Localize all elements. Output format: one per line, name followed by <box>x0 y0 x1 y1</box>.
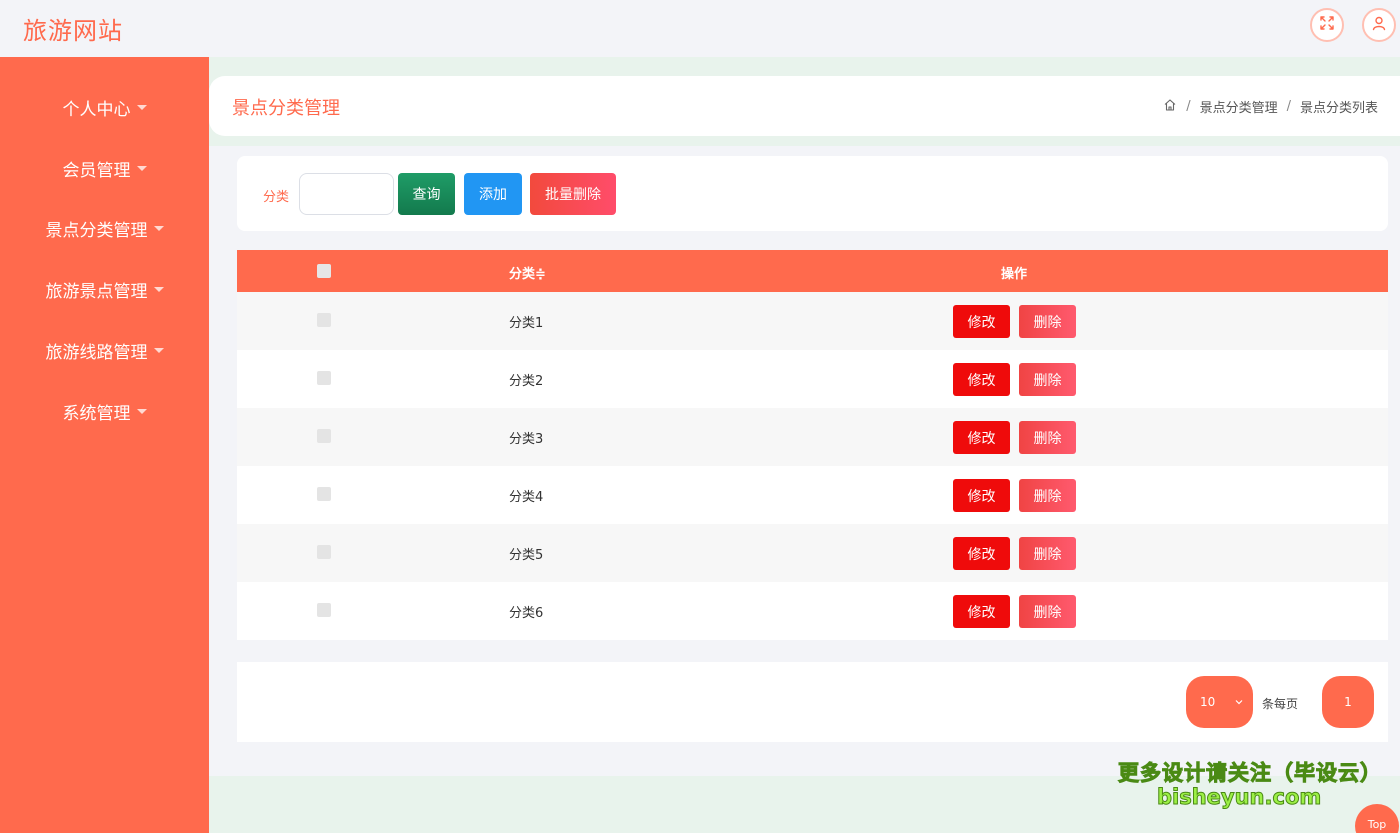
category-search-label: 分类 <box>263 190 290 205</box>
sidebar-item-scenic-category-management[interactable]: 景点分类管理 <box>0 216 209 241</box>
category-name-cell: 分类1 <box>509 316 544 331</box>
sidebar-item-personal-center[interactable]: 个人中心 <box>0 95 209 120</box>
table-header: 分类≑ 操作 <box>237 250 1388 292</box>
edit-button[interactable]: 修改 <box>953 305 1010 338</box>
fullscreen-button[interactable] <box>1310 8 1344 42</box>
caret-down-icon <box>153 225 164 231</box>
delete-button[interactable]: 删除 <box>1019 363 1076 396</box>
edit-button[interactable]: 修改 <box>953 479 1010 512</box>
category-name-cell: 分类4 <box>509 490 544 505</box>
page-header-card: 景点分类管理 / 景点分类管理 / 景点分类列表 <box>209 76 1400 136</box>
sidebar-item-member-management[interactable]: 会员管理 <box>0 156 209 181</box>
edit-button[interactable]: 修改 <box>953 537 1010 570</box>
query-button[interactable]: 查询 <box>398 173 455 215</box>
caret-down-icon <box>153 347 164 353</box>
chevron-down-icon <box>1234 696 1244 710</box>
caret-down-icon <box>153 286 164 292</box>
edit-button[interactable]: 修改 <box>953 363 1010 396</box>
page-number-button[interactable]: 1 <box>1322 676 1374 728</box>
category-name-cell: 分类5 <box>509 548 544 563</box>
breadcrumb-separator: / <box>1186 99 1191 114</box>
batch-delete-button[interactable]: 批量删除 <box>530 173 616 215</box>
delete-button[interactable]: 删除 <box>1019 595 1076 628</box>
home-icon[interactable] <box>1163 98 1177 116</box>
top-header: 旅游网站 <box>0 0 1400 57</box>
row-checkbox[interactable] <box>317 545 331 559</box>
watermark-url: bisheyun.com <box>1156 785 1322 810</box>
page-title: 景点分类管理 <box>232 98 340 119</box>
table-row: 分类6 修改 删除 <box>237 582 1388 640</box>
delete-button[interactable]: 删除 <box>1019 537 1076 570</box>
page-size-value: 10 <box>1200 695 1216 709</box>
caret-down-icon <box>136 104 147 110</box>
sidebar-item-label: 个人中心 <box>62 100 131 120</box>
caret-down-icon <box>136 408 147 414</box>
row-checkbox[interactable] <box>317 603 331 617</box>
row-checkbox[interactable] <box>317 313 331 327</box>
column-header-label: 分类 <box>509 267 536 282</box>
sidebar-item-label: 旅游线路管理 <box>45 343 148 363</box>
sidebar-item-scenic-spot-management[interactable]: 旅游景点管理 <box>0 277 209 302</box>
category-name-cell: 分类3 <box>509 432 544 447</box>
sidebar-item-label: 系统管理 <box>62 404 131 424</box>
sidebar: 个人中心 会员管理 景点分类管理 旅游景点管理 旅游线路管理 系统管理 <box>0 57 209 833</box>
page-size-select[interactable]: 10 <box>1186 676 1253 728</box>
delete-button[interactable]: 删除 <box>1019 479 1076 512</box>
fullscreen-icon <box>1319 15 1335 35</box>
category-search-input[interactable] <box>299 173 394 215</box>
add-button[interactable]: 添加 <box>464 173 522 215</box>
column-header-category[interactable]: 分类≑ <box>509 263 546 282</box>
breadcrumb-separator: / <box>1286 99 1291 114</box>
category-table: 分类≑ 操作 分类1 修改 删除 分类2 修改 删除 分类3 修改 删除 分类4… <box>237 250 1388 640</box>
watermark-text: 更多设计请关注（毕设云） <box>1118 761 1382 786</box>
sidebar-item-label: 会员管理 <box>62 161 131 181</box>
user-button[interactable] <box>1362 8 1396 42</box>
breadcrumb: / 景点分类管理 / 景点分类列表 <box>1163 97 1378 116</box>
brand-title: 旅游网站 <box>23 17 123 45</box>
column-header-actions: 操作 <box>1001 267 1028 282</box>
pagination-card: 10 条每页 1 <box>237 662 1388 742</box>
table-row: 分类1 修改 删除 <box>237 292 1388 350</box>
search-card: 分类 查询 添加 批量删除 <box>237 156 1388 231</box>
row-checkbox[interactable] <box>317 371 331 385</box>
sidebar-item-route-management[interactable]: 旅游线路管理 <box>0 338 209 363</box>
delete-button[interactable]: 删除 <box>1019 305 1076 338</box>
table-row: 分类2 修改 删除 <box>237 350 1388 408</box>
row-checkbox[interactable] <box>317 429 331 443</box>
table-row: 分类5 修改 删除 <box>237 524 1388 582</box>
user-icon <box>1371 15 1387 35</box>
sidebar-item-label: 景点分类管理 <box>45 221 148 241</box>
category-name-cell: 分类2 <box>509 374 544 389</box>
sidebar-item-label: 旅游景点管理 <box>45 282 148 302</box>
caret-down-icon <box>136 165 147 171</box>
table-row: 分类4 修改 删除 <box>237 466 1388 524</box>
delete-button[interactable]: 删除 <box>1019 421 1076 454</box>
category-name-cell: 分类6 <box>509 606 544 621</box>
breadcrumb-item-category-management[interactable]: 景点分类管理 <box>1200 97 1278 116</box>
per-page-label: 条每页 <box>1262 697 1299 711</box>
sidebar-item-system-management[interactable]: 系统管理 <box>0 399 209 424</box>
edit-button[interactable]: 修改 <box>953 421 1010 454</box>
table-row: 分类3 修改 删除 <box>237 408 1388 466</box>
sort-icon: ≑ <box>535 267 546 282</box>
row-checkbox[interactable] <box>317 487 331 501</box>
edit-button[interactable]: 修改 <box>953 595 1010 628</box>
breadcrumb-item-category-list: 景点分类列表 <box>1299 101 1378 116</box>
select-all-checkbox[interactable] <box>317 264 331 278</box>
